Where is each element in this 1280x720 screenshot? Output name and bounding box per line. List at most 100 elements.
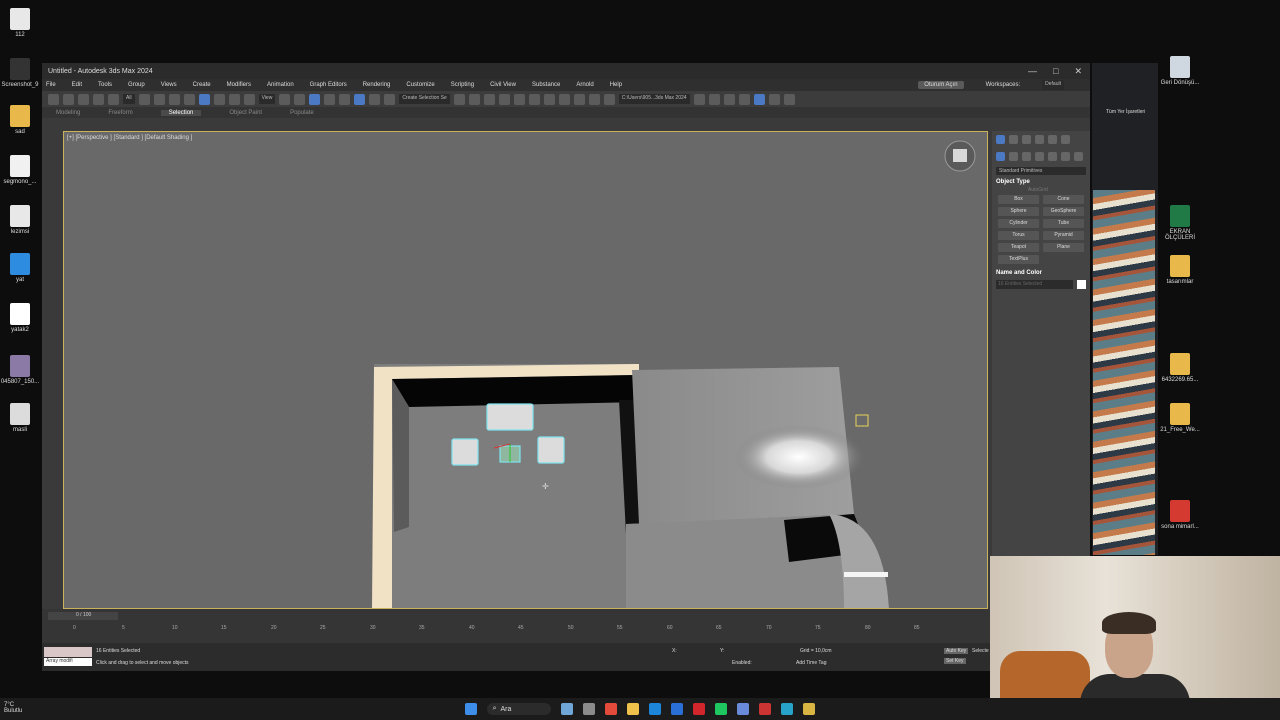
save-icon[interactable] <box>723 93 735 105</box>
3dsmax-icon[interactable] <box>781 703 794 715</box>
desktop-icon-yatak2[interactable]: yatak2 <box>0 303 40 333</box>
menu-customize[interactable]: Customize <box>406 82 434 88</box>
mail-icon[interactable] <box>671 703 684 715</box>
material-editor-icon[interactable] <box>558 93 570 105</box>
sphere-button[interactable]: Sphere <box>998 207 1039 216</box>
project-folder-icon[interactable] <box>693 93 705 105</box>
menu-views[interactable]: Views <box>161 82 177 88</box>
all-bookmarks-link[interactable]: Tüm Yer İşaretleri <box>1106 109 1145 115</box>
systems-icon[interactable] <box>1074 152 1083 161</box>
pyramid-button[interactable]: Pyramid <box>1043 231 1084 240</box>
tab-modeling[interactable]: Modeling <box>56 110 80 116</box>
spacewarps-icon[interactable] <box>1061 152 1070 161</box>
ribbon-toggle-icon[interactable] <box>513 93 525 105</box>
redo-icon[interactable] <box>63 93 74 105</box>
tab-object-paint[interactable]: Object Paint <box>229 110 262 116</box>
menu-edit[interactable]: Edit <box>72 82 82 88</box>
window-crossing-icon[interactable] <box>183 93 195 105</box>
enabled-toggle[interactable]: Enabled: <box>732 660 752 666</box>
plane-button[interactable]: Plane <box>1043 243 1084 252</box>
desktop-icon-6432269[interactable]: 6432269.65... <box>1160 353 1200 383</box>
object-type-rollout[interactable]: Object Type <box>996 179 1086 185</box>
mirror-icon[interactable] <box>453 93 465 105</box>
rendered-frame-icon[interactable] <box>588 93 600 105</box>
create-tab-icon[interactable] <box>996 135 1005 144</box>
viewport-layout-icon[interactable] <box>753 93 765 105</box>
select-object-icon[interactable] <box>138 93 150 105</box>
set-key-button[interactable]: Set Key <box>944 658 966 664</box>
sign-in-button[interactable]: Oturum Açın <box>918 81 964 89</box>
render-setup-icon[interactable] <box>573 93 585 105</box>
display-tab-icon[interactable] <box>1048 135 1057 144</box>
cone-button[interactable]: Cone <box>1043 195 1084 204</box>
auto-key-button[interactable]: Auto Key <box>944 648 969 654</box>
steam-icon[interactable] <box>737 703 750 715</box>
textplus-button[interactable]: TextPlus <box>998 255 1039 264</box>
name-color-rollout[interactable]: Name and Color <box>996 270 1086 276</box>
percent-snap-icon[interactable] <box>354 93 366 105</box>
utilities-tab-icon[interactable] <box>1061 135 1070 144</box>
menu-graph-editors[interactable]: Graph Editors <box>310 82 347 88</box>
scene-explorer-icon[interactable] <box>498 93 510 105</box>
spotify-icon[interactable] <box>715 703 728 715</box>
edge-icon[interactable] <box>649 703 662 715</box>
cameras-icon[interactable] <box>1035 152 1044 161</box>
unlink-icon[interactable] <box>93 93 104 105</box>
scale-icon[interactable] <box>228 93 240 105</box>
bind-spacewarp-icon[interactable] <box>108 93 119 105</box>
object-color-swatch[interactable] <box>1077 280 1086 289</box>
desktop-icon-sad[interactable]: sad <box>0 105 40 135</box>
desktop-icon-recycle-bin[interactable]: Geri Dönüşü... <box>1160 56 1200 86</box>
render-production-icon[interactable] <box>603 93 615 105</box>
teapot-button[interactable]: Teapot <box>998 243 1039 252</box>
widgets-icon[interactable] <box>561 703 574 715</box>
perspective-viewport[interactable]: [+] [Perspective ] [Standard ] [Default … <box>63 131 988 609</box>
shapes-icon[interactable] <box>1009 152 1018 161</box>
primitive-category-dropdown[interactable]: Standard Primitives <box>996 167 1086 175</box>
substance-icon[interactable] <box>783 93 795 105</box>
keyboard-shortcut-icon[interactable] <box>309 93 321 105</box>
desktop-icon-tasarimlar[interactable]: tasarımlar <box>1160 255 1200 285</box>
menu-civil-view[interactable]: Civil View <box>490 82 516 88</box>
menu-arnold[interactable]: Arnold <box>576 82 593 88</box>
menu-animation[interactable]: Animation <box>267 82 294 88</box>
rotate-icon[interactable] <box>213 93 225 105</box>
menu-help[interactable]: Help <box>610 82 622 88</box>
taskbar-search[interactable]: ⌕ Ara <box>486 703 552 715</box>
edit-named-selection-icon[interactable] <box>384 93 396 105</box>
menu-scripting[interactable]: Scripting <box>451 82 474 88</box>
tube-button[interactable]: Tube <box>1043 219 1084 228</box>
project-path-field[interactable]: C:\Users\905...3ds Max 2024 <box>618 94 690 104</box>
desktop-icon-112[interactable]: 112 <box>0 8 40 38</box>
desktop-icon-045807[interactable]: 045807_150... <box>0 355 40 385</box>
minimize-button[interactable]: — <box>1028 66 1037 77</box>
angle-snap-icon[interactable] <box>339 93 351 105</box>
spinner-snap-icon[interactable] <box>369 93 381 105</box>
rectangular-selection-icon[interactable] <box>168 93 180 105</box>
menu-group[interactable]: Group <box>128 82 145 88</box>
snaps-toggle-icon[interactable] <box>324 93 336 105</box>
tab-populate[interactable]: Populate <box>290 110 314 116</box>
opera-icon[interactable] <box>693 703 706 715</box>
link-icon[interactable] <box>78 93 89 105</box>
desktop-icon-screenshot[interactable]: Screenshot_9 <box>0 58 40 88</box>
hierarchy-tab-icon[interactable] <box>1022 135 1031 144</box>
reference-coordinate-dropdown[interactable]: View <box>258 94 276 104</box>
desktop-icon-segmono[interactable]: segmono_... <box>0 155 40 185</box>
schematic-view-icon[interactable] <box>543 93 555 105</box>
start-icon[interactable] <box>464 703 477 715</box>
script-icon[interactable] <box>738 93 750 105</box>
menu-create[interactable]: Create <box>193 82 211 88</box>
desktop-icon-lezimsi[interactable]: lezimsi <box>0 205 40 235</box>
desktop-icon-excel[interactable]: EKRAN ÖLÇÜLERİ <box>1160 205 1200 241</box>
maxscript-mini-listener[interactable]: Array modifi <box>44 658 92 666</box>
chrome-alt-icon[interactable] <box>759 703 772 715</box>
menu-file[interactable]: File <box>46 82 56 88</box>
desktop-icon-masli[interactable]: masli <box>0 403 40 433</box>
viewcube-face[interactable] <box>953 149 967 162</box>
geometry-icon[interactable] <box>996 152 1005 161</box>
task-view-icon[interactable] <box>583 703 596 715</box>
undo-icon[interactable] <box>48 93 59 105</box>
move-icon[interactable] <box>198 93 210 105</box>
maximize-button[interactable]: □ <box>1053 66 1058 77</box>
